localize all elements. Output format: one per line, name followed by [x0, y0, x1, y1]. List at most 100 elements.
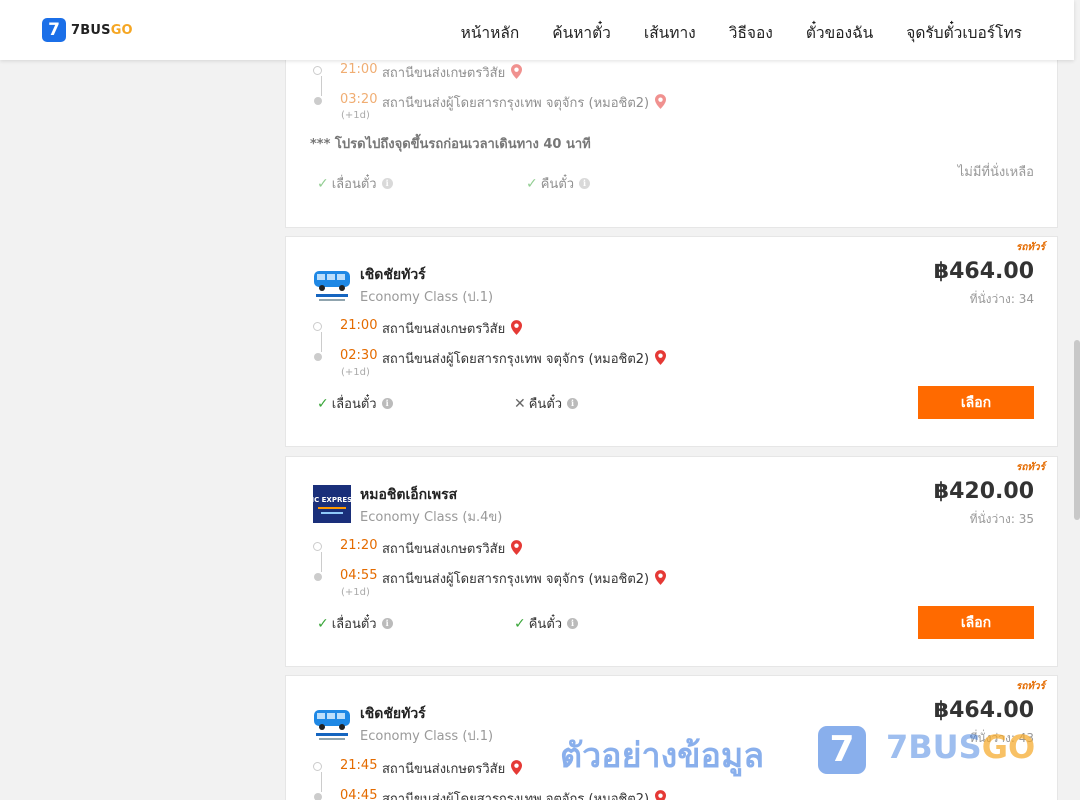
watermark-logo-mark: 7 [818, 726, 866, 774]
watermark-brand-go: GO [981, 728, 1036, 766]
seats-available: ที่นั่งว่าง: 35 [969, 512, 1034, 526]
timeline-line [321, 552, 322, 572]
next-day-label: (+1d) [341, 367, 370, 378]
depart-time: 21:00 [340, 318, 378, 333]
timeline-arrive-dot [314, 793, 322, 800]
check-icon: ✓ [317, 175, 329, 192]
refund-ticket-label: คืนตั๋ว [528, 617, 563, 632]
map-pin-icon[interactable] [655, 350, 667, 365]
info-icon[interactable]: i [381, 618, 393, 629]
depart-time: 21:00 [340, 62, 378, 77]
refund-ticket-option: ✓ คืนตั๋ว i [526, 173, 591, 194]
site-logo[interactable]: 7 7BUSGO [42, 18, 133, 42]
change-ticket-label: เลื่อนตั๋ว [331, 397, 377, 412]
arrive-station: สถานีขนส่งผู้โดยสารกรุงเทพ จตุจักร (หมอช… [382, 92, 667, 113]
boarding-note: *** โปรดไปถึงจุดขึ้นรถก่อนเวลาเดินทาง 40… [310, 137, 591, 152]
cross-icon: ✕ [514, 395, 526, 412]
change-ticket-label: เลื่อนตั๋ว [331, 617, 377, 632]
arrive-station: สถานีขนส่งผู้โดยสารกรุงเทพ จตุจักร (หมอช… [382, 788, 667, 800]
timeline-depart-dot [313, 322, 322, 331]
refund-ticket-option: ✕ คืนตั๋ว i [514, 393, 579, 414]
timeline-line [321, 76, 322, 96]
arrive-station-text: สถานีขนส่งผู้โดยสารกรุงเทพ จตุจักร (หมอช… [382, 572, 650, 587]
timeline-depart-dot [313, 762, 322, 771]
nav-pickup-points[interactable]: จุดรับตั๋วเบอร์โทร [906, 20, 1022, 45]
map-pin-icon[interactable] [655, 94, 667, 109]
check-icon: ✓ [317, 615, 329, 632]
timeline-depart-dot [313, 542, 322, 551]
top-header: 7 7BUSGO หน้าหลัก ค้นหาตั๋ว เส้นทาง วิธี… [0, 0, 1074, 60]
trip-card-soldout: 21:00 สถานีขนส่งเกษตรวิสัย 03:20 สถานีขน… [285, 40, 1058, 228]
seats-available: ที่นั่งว่าง: 34 [969, 292, 1034, 306]
bus-type-badge: รถทัวร์ [1015, 681, 1045, 692]
bus-class: Economy Class (ม.4ข) [360, 510, 503, 525]
timeline-arrive-dot [314, 97, 322, 105]
arrive-time: 03:20 [340, 92, 378, 107]
info-icon[interactable]: i [381, 178, 393, 189]
map-pin-icon[interactable] [511, 320, 523, 335]
depart-station-text: สถานีขนส่งเกษตรวิสัย [382, 322, 506, 337]
bus-class: Economy Class (ป.1) [360, 290, 494, 305]
timeline-line [321, 772, 322, 792]
scroll-thumb[interactable] [1074, 340, 1080, 520]
change-ticket-option: ✓ เลื่อนตั๋ว i [317, 173, 393, 194]
operator-logo-icon [314, 271, 350, 301]
bus-type-badge: รถทัวร์ [1015, 242, 1045, 253]
change-ticket-option: ✓ เลื่อนตั๋ว i [317, 393, 393, 414]
logo-bus-text: BUS [80, 22, 111, 38]
operator-name: เชิดชัยทัวร์ [360, 267, 426, 283]
timeline-depart-dot [313, 66, 322, 75]
select-trip-button[interactable]: เลือก [918, 606, 1034, 639]
select-trip-button[interactable]: เลือก [918, 386, 1034, 419]
depart-station: สถานีขนส่งเกษตรวิสัย [382, 538, 523, 559]
next-day-label: (+1d) [341, 587, 370, 598]
info-icon[interactable]: i [567, 618, 579, 629]
check-icon: ✓ [317, 395, 329, 412]
nav-how-to-book[interactable]: วิธีจอง [729, 20, 773, 45]
depart-station-text: สถานีขนส่งเกษตรวิสัย [382, 66, 506, 81]
page-scrollbar[interactable] [1074, 0, 1080, 800]
map-pin-icon[interactable] [655, 570, 667, 585]
map-pin-icon[interactable] [511, 760, 523, 775]
arrive-time: 04:55 [340, 568, 378, 583]
arrive-station-text: สถานีขนส่งผู้โดยสารกรุงเทพ จตุจักร (หมอช… [382, 352, 650, 367]
depart-station: สถานีขนส่งเกษตรวิสัย [382, 758, 523, 779]
bus-class: Economy Class (ป.1) [360, 729, 494, 744]
depart-station: สถานีขนส่งเกษตรวิสัย [382, 62, 523, 83]
bus-type-badge: รถทัวร์ [1015, 462, 1045, 473]
nav-routes[interactable]: เส้นทาง [644, 20, 696, 45]
operator-name: หมอชิตเอ็กเพรส [360, 487, 458, 503]
trip-card: รถทัวร์ เชิดชัยทัวร์ Economy Class (ป.1)… [285, 236, 1058, 447]
nav-home[interactable]: หน้าหลัก [461, 20, 520, 45]
map-pin-icon[interactable] [511, 540, 523, 555]
sample-data-watermark: ตัวอย่างข้อมูล [560, 736, 765, 776]
check-icon: ✓ [526, 175, 538, 192]
refund-ticket-label: คืนตั๋ว [528, 397, 563, 412]
svg-text:MC EXPRESS: MC EXPRESS [313, 496, 351, 504]
info-icon[interactable]: i [579, 178, 591, 189]
check-icon: ✓ [514, 615, 526, 632]
nav-search-ticket[interactable]: ค้นหาตั๋ว [552, 20, 611, 45]
timeline-arrive-dot [314, 353, 322, 361]
operator-logo-icon [314, 710, 350, 740]
arrive-time: 04:45 [340, 788, 378, 800]
info-icon[interactable]: i [381, 398, 393, 409]
refund-ticket-option: ✓ คืนตั๋ว i [514, 613, 579, 634]
operator-name: เชิดชัยทัวร์ [360, 706, 426, 722]
depart-station-text: สถานีขนส่งเกษตรวิสัย [382, 762, 506, 777]
depart-station-text: สถานีขนส่งเกษตรวิสัย [382, 542, 506, 557]
nav-my-tickets[interactable]: ตั๋วของฉัน [806, 20, 873, 45]
timeline-line [321, 332, 322, 352]
logo-digit-text: 7 [71, 22, 81, 38]
map-pin-icon[interactable] [655, 790, 667, 800]
watermark-brand: 7BUSGO [886, 728, 1035, 766]
logo-go-text: GO [110, 22, 133, 38]
map-pin-icon[interactable] [511, 64, 523, 79]
depart-time: 21:20 [340, 538, 378, 553]
logo-mark: 7 [42, 18, 66, 42]
info-icon[interactable]: i [567, 398, 579, 409]
depart-time: 21:45 [340, 758, 378, 773]
ticket-price: ฿464.00 [933, 259, 1034, 284]
ticket-price: ฿464.00 [933, 698, 1034, 723]
ticket-price: ฿420.00 [933, 479, 1034, 504]
